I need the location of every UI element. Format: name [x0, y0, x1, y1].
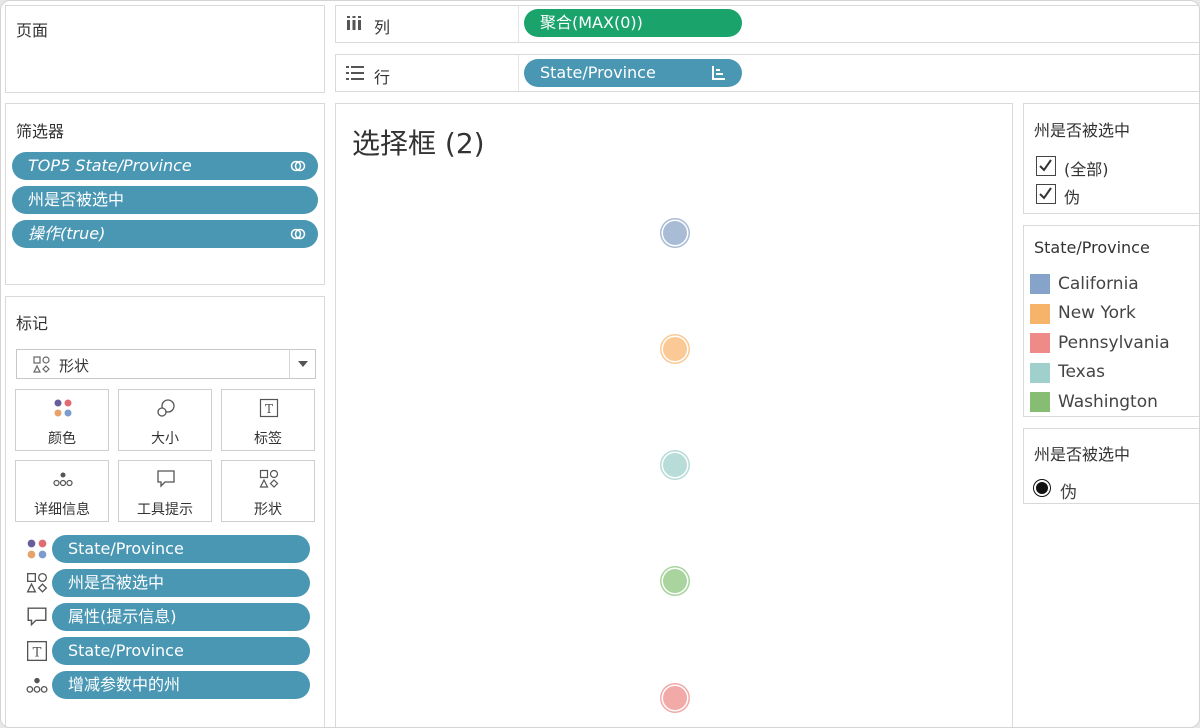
shape-label: 形状	[254, 502, 282, 518]
view-title: 选择框 (2)	[352, 127, 485, 160]
color-icon	[27, 539, 47, 559]
shape-button[interactable]: 形状	[221, 460, 315, 522]
shape-icon	[259, 469, 279, 488]
mark-circle[interactable]	[663, 453, 687, 477]
detail-icon	[53, 472, 73, 487]
size-button[interactable]: 大小	[118, 389, 212, 451]
size-icon	[157, 399, 175, 417]
rows-label: 行	[374, 68, 391, 87]
check-icon	[1039, 159, 1052, 172]
legend-item-texas[interactable]: Texas	[1058, 362, 1105, 382]
mark-circle[interactable]	[663, 337, 687, 361]
marks-panel: 标记 形状 颜色 大小 T 标签 详细信息 工具提示 形状 State/Prov…	[5, 296, 325, 727]
view-canvas[interactable]: 选择框 (2)	[335, 103, 1013, 727]
size-label: 大小	[151, 431, 179, 447]
color-label: 颜色	[48, 431, 76, 447]
mark-circle[interactable]	[663, 221, 687, 245]
encoding-pill-detail[interactable]: 增减参数中的州	[52, 671, 310, 699]
tooltip-label: 工具提示	[137, 502, 193, 518]
color-icon	[54, 399, 72, 417]
shape-icon	[33, 356, 50, 373]
checkbox-all[interactable]	[1036, 156, 1056, 176]
encoding-pill-color[interactable]: State/Province	[52, 535, 310, 563]
mark-type-dropdown[interactable]: 形状	[16, 349, 316, 379]
color-legend-title: State/Province	[1034, 238, 1150, 257]
filters-panel: 筛选器 TOP5 State/Province 州是否被选中 操作(true)	[5, 103, 325, 285]
columns-label: 列	[374, 18, 391, 37]
rows-pill[interactable]: State/Province	[524, 59, 742, 87]
checkbox-false-label: 伪	[1064, 188, 1081, 207]
chevron-down-icon	[298, 361, 308, 367]
pages-panel: 页面	[5, 5, 325, 93]
encoding-pill-tooltip[interactable]: 属性(提示信息)	[52, 603, 310, 631]
filter-pill-selected[interactable]: 州是否被选中	[12, 186, 318, 214]
columns-icon	[347, 16, 361, 30]
marks-title: 标记	[16, 314, 49, 333]
filter-card-title: 州是否被选中	[1034, 121, 1131, 140]
checkbox-all-label: (全部)	[1064, 160, 1109, 179]
shape-legend: 州是否被选中 伪	[1023, 428, 1199, 504]
detail-label: 详细信息	[34, 502, 90, 518]
tooltip-button[interactable]: 工具提示	[118, 460, 212, 522]
encoding-pill-label[interactable]: State/Province	[52, 637, 310, 665]
mark-circle[interactable]	[663, 569, 687, 593]
legend-swatch	[1030, 333, 1050, 353]
filter-pill-top5[interactable]: TOP5 State/Province	[12, 152, 318, 180]
label-button[interactable]: T 标签	[221, 389, 315, 451]
legend-item-new-york[interactable]: New York	[1058, 303, 1136, 323]
tooltip-icon	[27, 607, 47, 627]
shape-legend-item[interactable]: 伪	[1060, 478, 1077, 503]
rows-icon	[346, 66, 364, 80]
label-label: 标签	[254, 431, 282, 447]
legend-swatch	[1030, 274, 1050, 294]
rows-shelf[interactable]: 行 State/Province	[335, 54, 1199, 92]
label-icon: T	[26, 640, 48, 662]
filter-pill-label: 操作(true)	[28, 224, 106, 243]
label-icon: T	[259, 398, 279, 418]
filter-pill-label: TOP5 State/Province	[28, 156, 192, 175]
filter-pill-label: 州是否被选中	[28, 190, 125, 209]
color-button[interactable]: 颜色	[15, 389, 109, 451]
filter-pill-action[interactable]: 操作(true)	[12, 220, 318, 248]
link-icon	[290, 160, 306, 172]
columns-pill[interactable]: 聚合(MAX(0))	[524, 9, 742, 37]
check-icon	[1039, 187, 1052, 200]
app-window: 页面 列 聚合(MAX(0)) 行 State/Province 筛选器 TOP…	[0, 0, 1200, 728]
shelf-divider	[518, 6, 519, 42]
filter-card: 州是否被选中 (全部) 伪	[1023, 103, 1199, 214]
legend-swatch	[1030, 304, 1050, 324]
pages-title: 页面	[16, 21, 49, 40]
filled-circle-icon	[1034, 480, 1050, 496]
encoding-pill-shape[interactable]: 州是否被选中	[52, 569, 310, 597]
mark-circle[interactable]	[663, 686, 687, 710]
link-icon	[290, 228, 306, 240]
shape-icon	[26, 572, 48, 593]
columns-shelf[interactable]: 列 聚合(MAX(0))	[335, 5, 1199, 43]
legend-item-pennsylvania[interactable]: Pennsylvania	[1058, 333, 1170, 353]
mark-type-value: 形状	[59, 357, 90, 375]
sort-descending-icon[interactable]	[710, 66, 726, 80]
detail-icon	[26, 677, 48, 693]
svg-text:T: T	[265, 402, 273, 416]
legend-swatch	[1030, 392, 1050, 412]
shelf-divider	[518, 55, 519, 91]
legend-item-california[interactable]: California	[1058, 274, 1139, 294]
detail-button[interactable]: 详细信息	[15, 460, 109, 522]
checkbox-false[interactable]	[1036, 184, 1056, 204]
rows-pill-label: State/Province	[540, 63, 656, 82]
svg-text:T: T	[33, 646, 42, 661]
legend-item-washington[interactable]: Washington	[1058, 392, 1158, 412]
filters-title: 筛选器	[16, 122, 65, 141]
color-legend: State/Province California New York Penns…	[1023, 225, 1199, 417]
tooltip-icon	[157, 470, 175, 488]
dropdown-toggle[interactable]	[289, 350, 315, 378]
legend-swatch	[1030, 363, 1050, 383]
shape-legend-title: 州是否被选中	[1034, 445, 1131, 464]
